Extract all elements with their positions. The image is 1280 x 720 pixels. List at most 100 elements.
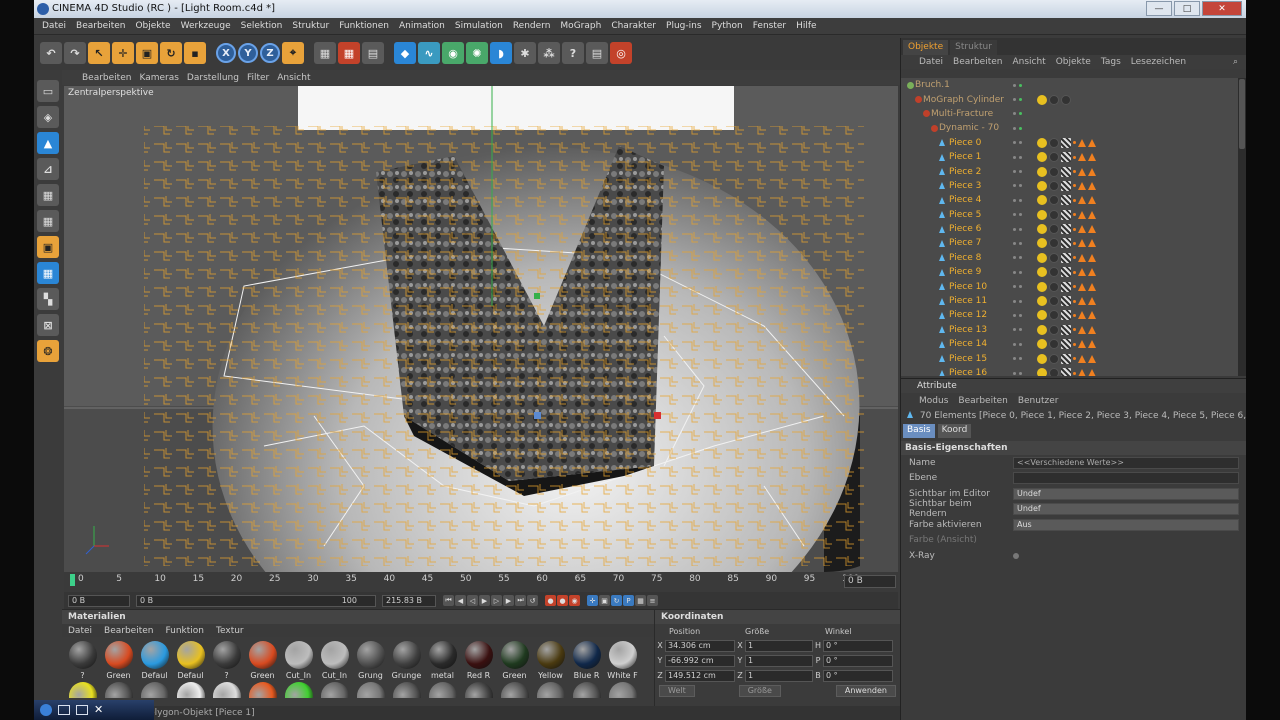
visibility-dots[interactable] [1013, 170, 1022, 174]
light-icon[interactable]: ▤ [586, 42, 608, 64]
object-row-piece[interactable]: Piece 15 [901, 351, 1239, 365]
tweak-mode-icon[interactable]: ⊠ [37, 314, 59, 336]
menu-plugins[interactable]: Plug-ins [666, 21, 702, 31]
viewport-menu-bearbeiten[interactable]: Bearbeiten [82, 73, 131, 83]
material-tag-icon[interactable] [1049, 195, 1059, 206]
material-tag-icon[interactable] [1037, 152, 1047, 163]
dynamics-tag-icon[interactable] [1088, 311, 1096, 320]
viewport-menu-filter[interactable]: Filter [247, 73, 269, 83]
start-frame-field[interactable]: 0 B [68, 594, 130, 607]
dynamics-tag-icon[interactable] [1078, 297, 1086, 306]
material-menu-bearbeiten[interactable]: Bearbeiten [104, 626, 153, 636]
material-tag-icon[interactable] [1049, 252, 1059, 263]
object-list-scrollbar[interactable] [1238, 78, 1246, 376]
material-swatch[interactable] [102, 682, 135, 698]
material-swatch[interactable] [498, 682, 531, 698]
angle-p-field[interactable]: 0 ° [823, 654, 893, 667]
point-level-key-icon[interactable]: ▦ [635, 595, 646, 606]
texture-tag-icon[interactable] [1061, 238, 1071, 249]
object-tags[interactable] [1037, 368, 1096, 376]
texture-tag-icon[interactable] [1061, 195, 1071, 206]
visibility-dots[interactable] [1013, 98, 1022, 102]
mograph-icon[interactable]: ◎ [610, 42, 632, 64]
object-row[interactable]: Multi-Fracture [901, 107, 1239, 121]
material-tag-icon[interactable] [1049, 353, 1059, 364]
object-tags[interactable] [1037, 209, 1096, 220]
texture-tag-icon[interactable] [1061, 137, 1071, 148]
material-swatch[interactable]: Green [498, 641, 531, 680]
material-tag-icon[interactable] [1037, 296, 1047, 307]
size-x-field[interactable]: 1 [745, 639, 813, 652]
apply-button[interactable]: Anwenden [835, 685, 896, 697]
menu-animation[interactable]: Animation [399, 21, 445, 31]
tab-koord[interactable]: Koord [937, 424, 972, 438]
material-swatch[interactable] [570, 682, 603, 698]
object-row-piece[interactable]: Piece 0 [901, 136, 1239, 150]
material-tag-icon[interactable] [1037, 195, 1047, 206]
material-tag-icon[interactable] [1037, 310, 1047, 321]
object-row-piece[interactable]: Piece 4 [901, 193, 1239, 207]
dynamics-tag-icon[interactable] [1088, 181, 1096, 190]
material-tag-icon[interactable] [1037, 94, 1047, 105]
model-mode-icon[interactable]: ◈ [37, 106, 59, 128]
object-tags[interactable] [1037, 195, 1096, 206]
material-swatch[interactable]: ? [210, 641, 243, 680]
tab-objekte[interactable]: Objekte [903, 40, 949, 55]
material-tag-icon[interactable] [1049, 310, 1059, 321]
visibility-dots[interactable] [1013, 126, 1022, 130]
material-swatch[interactable]: White F [606, 641, 639, 680]
visibility-dots[interactable] [1013, 198, 1022, 202]
texture-tag-icon[interactable] [1061, 368, 1071, 376]
om-menu-ansicht[interactable]: Ansicht [1012, 57, 1045, 67]
attr-menu-modus[interactable]: Modus [919, 396, 948, 406]
dynamics-tag-icon[interactable] [1088, 225, 1096, 234]
material-swatch[interactable] [426, 682, 459, 698]
nurbs-icon[interactable]: ◉ [442, 42, 464, 64]
xray-checkbox[interactable] [1013, 552, 1019, 559]
workplane-icon[interactable]: ▦ [37, 184, 59, 206]
dynamics-tag-icon[interactable] [1078, 340, 1086, 349]
visibility-dots[interactable] [1013, 112, 1022, 116]
texture-tag-icon[interactable] [1061, 281, 1071, 292]
object-tags[interactable] [1037, 267, 1096, 278]
angle-h-field[interactable]: 0 ° [823, 639, 893, 652]
object-row-piece[interactable]: Piece 16 [901, 366, 1239, 376]
material-tag-icon[interactable] [1037, 267, 1047, 278]
timeline[interactable]: 0510152025303540455055606570758085909510… [64, 572, 898, 592]
texture-tag-icon[interactable] [1061, 353, 1071, 364]
material-tag-icon[interactable] [1049, 281, 1059, 292]
material-tag-icon[interactable] [1049, 94, 1059, 105]
object-row-piece[interactable]: Piece 1 [901, 150, 1239, 164]
menu-simulation[interactable]: Simulation [455, 21, 503, 31]
size-dropdown[interactable]: Größe [738, 685, 781, 697]
snap-icon[interactable]: ❂ [37, 340, 59, 362]
material-swatch[interactable] [462, 682, 495, 698]
material-menu-datei[interactable]: Datei [68, 626, 92, 636]
material-swatch[interactable]: Grung [354, 641, 387, 680]
material-swatch[interactable] [246, 682, 279, 698]
polygons-mode-icon[interactable]: ▦ [37, 262, 59, 284]
material-tag-icon[interactable] [1049, 267, 1059, 278]
material-tag-icon[interactable] [1049, 339, 1059, 350]
texture-tag-icon[interactable] [1061, 152, 1071, 163]
texture-mode-icon[interactable]: ⊿ [37, 158, 59, 180]
object-mode-icon[interactable]: ▲ [37, 132, 59, 154]
material-swatch[interactable]: Green [102, 641, 135, 680]
menu-rendern[interactable]: Rendern [513, 21, 551, 31]
dynamics-tag-icon[interactable] [1078, 369, 1086, 376]
prev-key-icon[interactable]: ◀ [455, 595, 466, 606]
attribute-value-field[interactable] [1013, 472, 1239, 485]
dynamics-tag-icon[interactable] [1078, 210, 1086, 219]
coordinate-system-icon[interactable]: ⌖ [282, 42, 304, 64]
menu-objekte[interactable]: Objekte [135, 21, 170, 31]
dynamics-tag-icon[interactable] [1078, 354, 1086, 363]
loop-icon[interactable]: ↺ [527, 595, 538, 606]
material-swatch[interactable]: Grunge [390, 641, 423, 680]
next-key-icon[interactable]: ▶ [503, 595, 514, 606]
texture-tag-icon[interactable] [1061, 339, 1071, 350]
material-tag-icon[interactable] [1037, 137, 1047, 148]
rotate-tool-icon[interactable]: ↻ [160, 42, 182, 64]
dynamics-tag-icon[interactable] [1088, 354, 1096, 363]
visibility-dots[interactable] [1013, 313, 1022, 317]
object-row-piece[interactable]: Piece 7 [901, 236, 1239, 250]
